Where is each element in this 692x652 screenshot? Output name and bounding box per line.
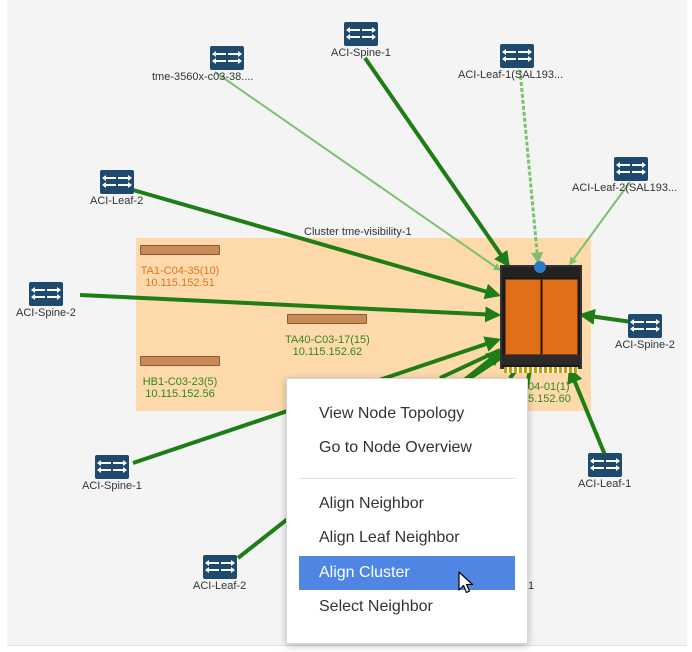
node-aci-leaf-2-bottom[interactable]: ACI-Leaf-2 bbox=[193, 555, 246, 592]
node-label: ACI-Spine-1 bbox=[82, 480, 142, 492]
node-aci-spine-2-right[interactable]: ACI-Spine-2 bbox=[615, 314, 675, 351]
switch-icon bbox=[500, 44, 534, 68]
node-label: ACI-Leaf-1 bbox=[578, 478, 632, 490]
node-label: ACI-Leaf-1(SAL193... bbox=[458, 69, 564, 81]
node-label: ACI-Leaf-2(SAL193... bbox=[572, 182, 678, 194]
member-label: TA1-C04-35(10) 10.115.152.51 bbox=[140, 265, 220, 289]
member-hb1[interactable]: HB1-C03-23(5) 10.115.152.56 bbox=[140, 356, 220, 400]
node-aci-leaf-2-left[interactable]: ACI-Leaf-2 bbox=[90, 170, 143, 207]
menu-separator bbox=[299, 478, 515, 479]
node-label: tme-3560x-c03-38.... bbox=[152, 71, 254, 83]
edge-leaf1-sal[interactable] bbox=[518, 69, 544, 265]
switch-icon bbox=[209, 46, 244, 70]
edge-spine2-left[interactable] bbox=[79, 293, 502, 323]
member-ta40[interactable]: TA40-C03-17(15) 10.115.152.62 bbox=[285, 314, 370, 358]
member-ta1[interactable]: TA1-C04-35(10) 10.115.152.51 bbox=[140, 245, 220, 289]
menu-item-view-node-topology[interactable]: View Node Topology bbox=[299, 397, 515, 431]
node-tme-3560x[interactable]: tme-3560x-c03-38.... bbox=[152, 46, 254, 83]
node-label: ACI-Spine-2 bbox=[615, 339, 675, 351]
edge-spine1-top[interactable] bbox=[363, 56, 510, 268]
chassis-label: 04-01(1) 5.152.60 bbox=[528, 381, 571, 405]
node-label: ACI-Spine-2 bbox=[16, 307, 76, 319]
chassis-ports bbox=[504, 367, 578, 373]
menu-item-align-leaf-neighbor[interactable]: Align Leaf Neighbor bbox=[299, 521, 515, 555]
member-label: HB1-C03-23(5) 10.115.152.56 bbox=[142, 376, 218, 400]
menu-item-align-cluster[interactable]: Align Cluster bbox=[299, 556, 515, 590]
edge-tme3560[interactable] bbox=[214, 71, 502, 271]
node-aci-spine-1-bottom[interactable]: ACI-Spine-1 bbox=[82, 455, 142, 492]
node-label: ACI-Leaf-2 bbox=[193, 580, 247, 592]
rack-switch-icon bbox=[140, 245, 220, 255]
chassis-foot bbox=[502, 355, 580, 365]
node-label: ACI-Leaf-2 bbox=[90, 195, 144, 207]
edge-leaf2-sal[interactable] bbox=[569, 181, 631, 266]
switch-icon bbox=[614, 157, 648, 181]
context-menu[interactable]: View Node Topology Go to Node Overview A… bbox=[286, 378, 528, 644]
chassis-blade bbox=[542, 279, 578, 355]
switch-icon bbox=[587, 453, 622, 477]
member-label: TA40-C03-17(15) 10.115.152.62 bbox=[285, 334, 370, 358]
node-aci-spine-1-top[interactable]: ACI-Spine-1 bbox=[331, 22, 391, 59]
node-aci-leaf-1-right[interactable]: ACI-Leaf-1 bbox=[578, 453, 631, 490]
switch-icon bbox=[94, 455, 129, 479]
switch-icon bbox=[99, 170, 134, 194]
member-chassis[interactable] bbox=[500, 261, 582, 373]
menu-item-select-neighbor[interactable]: Select Neighbor bbox=[299, 590, 515, 624]
rack-switch-icon bbox=[287, 314, 368, 324]
partial-label: 1 bbox=[528, 580, 535, 592]
selection-dot-icon[interactable] bbox=[534, 261, 546, 273]
menu-item-align-neighbor[interactable]: Align Neighbor bbox=[299, 487, 515, 521]
node-aci-leaf-2-sal[interactable]: ACI-Leaf-2(SAL193... bbox=[572, 157, 677, 194]
switch-icon bbox=[627, 314, 662, 338]
switch-icon bbox=[28, 282, 63, 306]
menu-item-go-to-node-overview[interactable]: Go to Node Overview bbox=[299, 431, 515, 465]
rack-switch-icon bbox=[140, 356, 220, 366]
chassis-blade bbox=[505, 279, 541, 355]
node-label: ACI-Spine-1 bbox=[331, 47, 391, 59]
switch-icon bbox=[343, 22, 378, 46]
edge-leaf1-right[interactable] bbox=[567, 367, 607, 456]
mouse-pointer-icon bbox=[458, 571, 474, 594]
switch-icon bbox=[202, 555, 237, 579]
node-aci-spine-2-left[interactable]: ACI-Spine-2 bbox=[16, 282, 76, 319]
node-aci-leaf-1-sal[interactable]: ACI-Leaf-1(SAL193... bbox=[458, 44, 563, 81]
